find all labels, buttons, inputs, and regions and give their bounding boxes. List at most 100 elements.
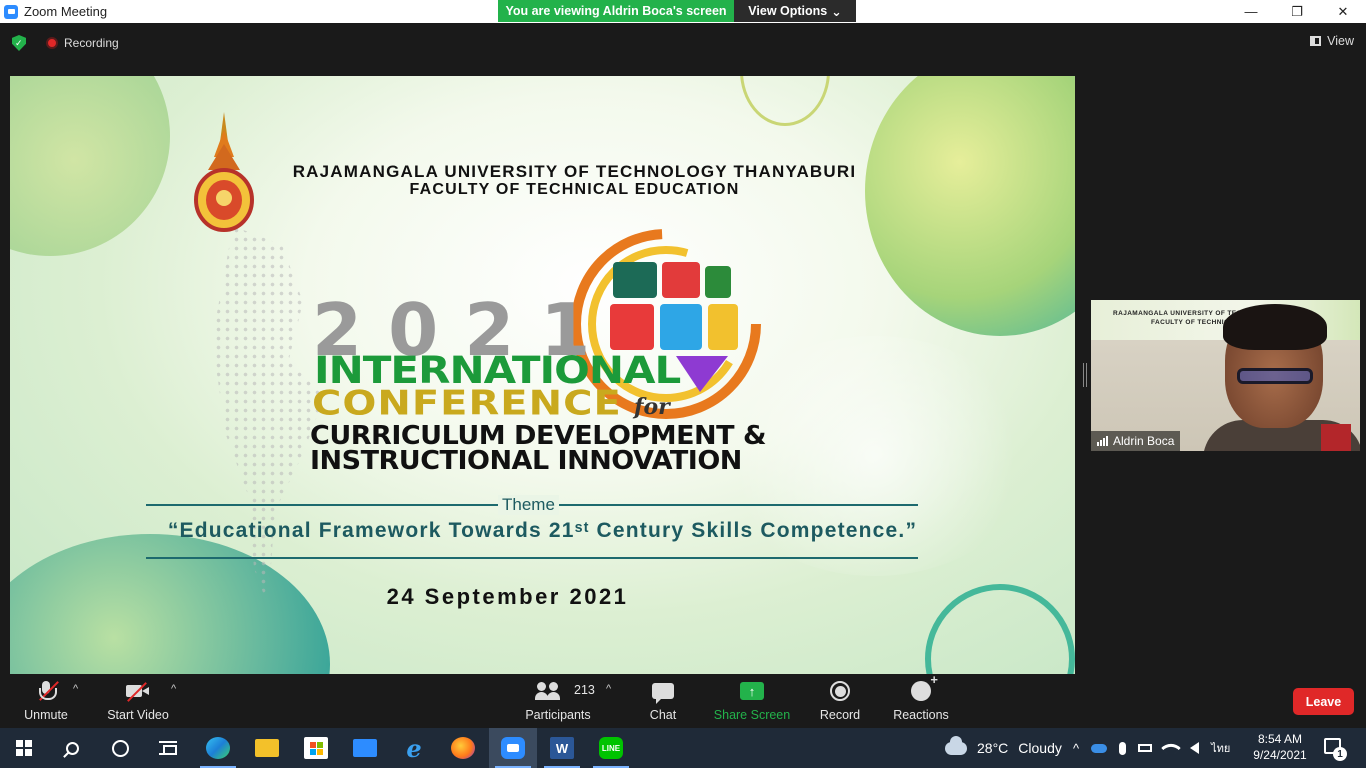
viewing-message: You are viewing Aldrin Boca's screen bbox=[498, 0, 734, 22]
taskbar-edge[interactable] bbox=[194, 728, 242, 768]
divider bbox=[146, 557, 918, 559]
university-name: RAJAMANGALA UNIVERSITY OF TECHNOLOGY THA… bbox=[292, 162, 857, 181]
zoom-icon bbox=[501, 737, 525, 759]
window-controls: — ❐ ✕ bbox=[1228, 0, 1366, 23]
speaker-name: Aldrin Boca bbox=[1113, 434, 1175, 448]
line-app-icon: LINE bbox=[599, 737, 623, 759]
onedrive-icon[interactable] bbox=[1091, 743, 1108, 753]
battery-icon[interactable] bbox=[1138, 744, 1153, 752]
check-icon: ✓ bbox=[15, 38, 23, 48]
start-video-button[interactable]: Start Video bbox=[102, 675, 174, 728]
meeting-header: ✓ Recording View bbox=[0, 23, 1366, 63]
theme-quote: “Educational Framework Towards 21ˢᵗ Cent… bbox=[167, 519, 918, 542]
store-icon bbox=[304, 737, 328, 759]
start-button[interactable] bbox=[0, 728, 48, 768]
system-tray: ^ ไทย bbox=[1073, 728, 1230, 768]
cortana-button[interactable] bbox=[96, 728, 144, 768]
taskbar-internet-explorer[interactable]: e bbox=[390, 728, 438, 768]
record-label: Record bbox=[819, 708, 861, 722]
reactions-label: Reactions bbox=[893, 708, 949, 722]
edge-icon bbox=[206, 737, 230, 759]
microphone-icon[interactable] bbox=[1119, 741, 1127, 755]
title-for: for bbox=[634, 394, 670, 420]
view-options-label: View Options bbox=[748, 4, 828, 18]
view-label: View bbox=[1327, 34, 1354, 48]
minimize-button[interactable]: — bbox=[1228, 0, 1274, 23]
volume-icon[interactable] bbox=[1190, 742, 1200, 754]
taskbar-word[interactable]: W bbox=[538, 728, 586, 768]
chevron-down-icon: ⌄ bbox=[831, 4, 842, 19]
taskbar-mail[interactable] bbox=[341, 728, 389, 768]
task-view-button[interactable] bbox=[144, 728, 192, 768]
search-icon bbox=[65, 741, 79, 755]
cloud-icon bbox=[945, 735, 967, 755]
taskbar-zoom[interactable] bbox=[489, 728, 537, 768]
taskbar-file-explorer[interactable] bbox=[243, 728, 291, 768]
input-language[interactable]: ไทย bbox=[1211, 739, 1230, 757]
share-screen-icon: ↑ bbox=[740, 680, 764, 702]
video-off-icon bbox=[124, 680, 152, 702]
title-conference: CONFERENCE bbox=[312, 384, 622, 424]
reactions-button[interactable]: Reactions bbox=[890, 672, 952, 728]
firefox-icon bbox=[451, 737, 475, 759]
view-options-button[interactable]: View Options ⌄ bbox=[734, 0, 856, 22]
internet-explorer-icon: e bbox=[406, 733, 422, 763]
speaker-name-tag: Aldrin Boca bbox=[1091, 431, 1181, 451]
mail-icon bbox=[353, 739, 377, 757]
conference-date: 24 September 2021 bbox=[386, 584, 629, 609]
audio-options-caret-icon[interactable]: ^ bbox=[73, 683, 78, 695]
chat-label: Chat bbox=[649, 708, 677, 722]
chat-button[interactable]: Chat bbox=[636, 675, 690, 728]
participants-caret-icon[interactable]: ^ bbox=[606, 683, 611, 695]
reactions-icon bbox=[911, 672, 938, 702]
notification-count: 1 bbox=[1333, 747, 1347, 761]
taskbar-firefox[interactable] bbox=[439, 728, 487, 768]
clock-time: 8:54 AM bbox=[1257, 732, 1303, 746]
participant-count: 213 bbox=[574, 683, 595, 697]
viewing-banner: You are viewing Aldrin Boca's screen Vie… bbox=[498, 0, 856, 22]
word-icon: W bbox=[550, 737, 574, 759]
speaker-video-tile[interactable]: RAJAMANGALA UNIVERSITY OF TECHNOLOGY THA… bbox=[1091, 300, 1360, 451]
unmute-button[interactable]: Unmute bbox=[16, 675, 76, 728]
share-screen-label: Share Screen bbox=[713, 708, 791, 722]
leave-button[interactable]: Leave bbox=[1293, 688, 1354, 715]
faculty-name: FACULTY OF TECHNICAL EDUCATION bbox=[409, 181, 740, 198]
speaker-collar bbox=[1321, 424, 1351, 451]
participants-icon bbox=[535, 680, 561, 702]
shared-screen: RAJAMANGALA UNIVERSITY OF TECHNOLOGY THA… bbox=[10, 76, 1075, 674]
decor-ring bbox=[740, 76, 830, 126]
title-instructional: INSTRUCTIONAL INNOVATION bbox=[310, 446, 742, 476]
recording-status: Recording bbox=[64, 36, 119, 50]
cortana-icon bbox=[111, 739, 129, 757]
view-button[interactable]: View bbox=[1310, 34, 1354, 48]
close-button[interactable]: ✕ bbox=[1320, 0, 1366, 23]
tray-overflow-chevron-icon[interactable]: ^ bbox=[1073, 741, 1079, 756]
wifi-icon[interactable] bbox=[1161, 738, 1182, 758]
clock-date: 9/24/2021 bbox=[1253, 748, 1307, 762]
windows-logo-icon bbox=[16, 740, 32, 756]
decor-blob bbox=[865, 76, 1075, 336]
share-screen-button[interactable]: ↑ Share Screen bbox=[712, 675, 792, 728]
microphone-muted-icon bbox=[36, 680, 59, 702]
taskbar-store[interactable] bbox=[292, 728, 340, 768]
meeting-controls: Unmute ^ Start Video ^ Participants 213 … bbox=[0, 672, 1366, 728]
window-title: Zoom Meeting bbox=[24, 4, 108, 19]
chat-icon bbox=[652, 680, 674, 704]
participants-label: Participants bbox=[525, 708, 591, 722]
zoom-app-icon bbox=[4, 4, 18, 19]
layout-grid-icon bbox=[1310, 36, 1322, 46]
video-options-caret-icon[interactable]: ^ bbox=[171, 683, 176, 695]
search-button[interactable] bbox=[48, 728, 96, 768]
signal-strength-icon bbox=[1097, 436, 1108, 446]
panel-resize-handle[interactable] bbox=[1083, 363, 1087, 387]
restore-button[interactable]: ❐ bbox=[1274, 0, 1320, 23]
taskbar-clock[interactable]: 8:54 AM 9/24/2021 bbox=[1244, 731, 1316, 763]
record-icon bbox=[830, 680, 850, 702]
weather-widget[interactable]: 28°C Cloudy bbox=[945, 728, 1062, 768]
windows-taskbar: e W LINE 28°C Cloudy ^ ไทย 8:54 AM 9/24/… bbox=[0, 728, 1366, 768]
start-video-label: Start Video bbox=[107, 708, 169, 722]
taskbar-line[interactable]: LINE bbox=[587, 728, 635, 768]
record-button[interactable]: Record bbox=[812, 675, 868, 728]
speaker-hair bbox=[1223, 304, 1327, 350]
folder-icon bbox=[255, 739, 279, 757]
